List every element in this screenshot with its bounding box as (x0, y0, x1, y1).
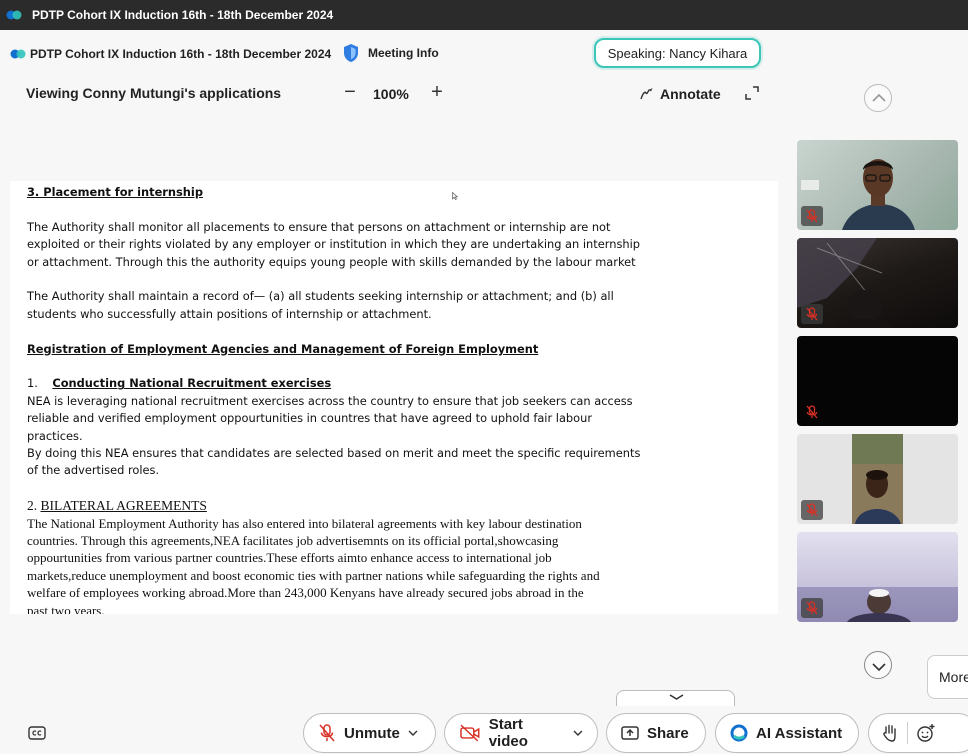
doc-line: welfare of employees working abroad.More… (27, 585, 584, 601)
zoom-level: 100% (373, 86, 409, 102)
unmute-button[interactable]: Unmute (303, 713, 436, 753)
doc-line: The National Employment Authority has al… (27, 515, 582, 531)
doc-item-number: 2. (27, 498, 38, 514)
reactions-button[interactable] (868, 713, 968, 753)
meeting-info-label: Meeting Info (368, 46, 439, 60)
scroll-down-button[interactable] (864, 651, 892, 679)
participant-video-tile[interactable] (797, 336, 958, 426)
webex-logo (6, 10, 22, 20)
share-label: Share (647, 724, 689, 742)
chevron-down-icon (669, 694, 684, 700)
scroll-up-button[interactable] (864, 84, 892, 112)
doc-item-1: 1. Conducting National Recruitment exerc… (27, 375, 778, 392)
share-toolbar: Viewing Conny Mutungi's applications − 1… (0, 76, 790, 112)
closed-caption-icon[interactable] (28, 726, 46, 740)
meeting-controls: Unmute Start video Share AI Assistant (0, 712, 968, 754)
doc-line: The Authority shall monitor all placemen… (27, 219, 611, 234)
meeting-info-button[interactable]: Meeting Info (342, 43, 439, 63)
webex-logo (10, 49, 26, 59)
ai-assistant-icon (730, 724, 748, 742)
chevron-up-icon (872, 93, 886, 102)
ai-assistant-button[interactable]: AI Assistant (715, 713, 859, 753)
mic-muted-icon (806, 503, 818, 517)
start-video-button[interactable]: Start video (444, 713, 598, 753)
doc-item-title: Conducting National Recruitment exercise… (52, 376, 332, 391)
doc-item-2: 2. BILATERAL AGREEMENTS (27, 497, 778, 514)
participant-video-tile[interactable] (797, 532, 958, 622)
chevron-down-icon (872, 663, 886, 672)
doc-line: countries. Through this agreements,NEA f… (27, 533, 559, 549)
participant-muted-badge (801, 598, 823, 618)
more-label: More (939, 669, 968, 685)
active-speaker-indicator: Speaking: Nancy Kihara (594, 38, 761, 68)
zoom-out-button[interactable]: − (339, 81, 361, 103)
doc-heading-placement: 3. Placement for internship (27, 185, 203, 199)
shared-document: 3. Placement for internship The Authorit… (10, 181, 778, 614)
mic-muted-icon (319, 724, 335, 742)
mic-muted-icon (806, 307, 818, 321)
ai-assistant-label: AI Assistant (756, 724, 843, 742)
annotate-label: Annotate (660, 86, 721, 102)
more-participants-button[interactable]: More (927, 655, 968, 699)
active-speaker-label: Speaking: Nancy Kihara (607, 45, 748, 61)
mic-muted-icon (806, 601, 818, 615)
doc-line: exploited or their rights violated by an… (27, 237, 640, 252)
mic-muted-icon (806, 405, 818, 419)
chevron-down-icon[interactable] (573, 730, 583, 736)
zoom-in-button[interactable]: + (426, 81, 448, 103)
doc-line: markets,reduce unemployment and boost ec… (27, 567, 600, 583)
participant-video-tile[interactable] (797, 140, 958, 230)
doc-line: The Authority shall maintain a record of… (27, 289, 614, 304)
doc-line: oppourtunities from various partner coun… (27, 550, 552, 566)
doc-heading-registration: Registration of Employment Agencies and … (27, 341, 539, 356)
unmute-label: Unmute (344, 724, 400, 742)
start-video-label: Start video (488, 716, 528, 750)
expand-icon[interactable] (745, 86, 759, 100)
annotate-button[interactable]: Annotate (640, 86, 721, 102)
video-off-icon (460, 724, 480, 742)
divider (907, 722, 908, 744)
doc-line: students who successfully attain positio… (27, 306, 432, 321)
window-titlebar: PDTP Cohort IX Induction 16th - 18th Dec… (0, 0, 968, 30)
shield-icon (344, 44, 358, 62)
doc-item-title: BILATERAL AGREEMENTS (40, 498, 207, 514)
participant-video-tile[interactable] (797, 238, 958, 328)
doc-line: past two years. (27, 602, 105, 614)
doc-line: reliable and verified employment oppourt… (27, 411, 593, 426)
raise-hand-icon (883, 724, 896, 742)
doc-line: or attachment. Through this the authorit… (27, 254, 636, 269)
meeting-info-bar: PDTP Cohort IX Induction 16th - 18th Dec… (0, 34, 968, 74)
share-screen-icon (621, 726, 639, 740)
participant-muted-badge (801, 402, 823, 422)
participant-video-tile[interactable] (797, 434, 958, 524)
window-title: PDTP Cohort IX Induction 16th - 18th Dec… (32, 8, 334, 22)
participant-muted-badge (801, 304, 823, 324)
annotate-pen-icon (640, 88, 653, 100)
doc-line: By doing this NEA ensures that candidate… (27, 446, 641, 461)
doc-line: of the advertised roles. (27, 463, 160, 478)
participant-muted-badge (801, 206, 823, 226)
doc-line: practices. (27, 428, 83, 443)
chevron-down-icon[interactable] (408, 730, 418, 736)
doc-item-number: 1. (27, 376, 38, 391)
doc-line: NEA is leveraging national recruitment e… (27, 393, 633, 408)
mouse-cursor-icon (452, 192, 458, 200)
participant-muted-badge (801, 500, 823, 520)
share-button[interactable]: Share (606, 713, 706, 753)
collapse-toolbar-tab[interactable] (616, 690, 735, 706)
reactions-icon (917, 724, 935, 742)
viewing-label: Viewing Conny Mutungi's applications (26, 85, 282, 101)
meeting-title: PDTP Cohort IX Induction 16th - 18th Dec… (30, 47, 332, 61)
mic-muted-icon (806, 209, 818, 223)
